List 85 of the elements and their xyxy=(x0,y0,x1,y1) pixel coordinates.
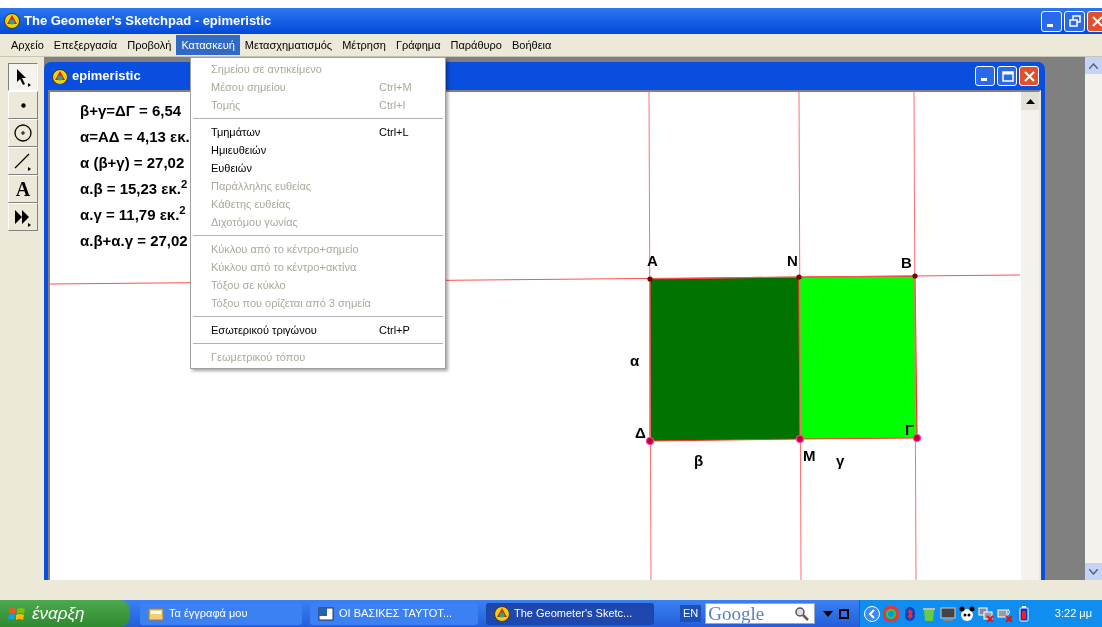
minimize-button[interactable] xyxy=(975,66,995,86)
arrow-tool-button[interactable] xyxy=(8,63,38,91)
menu-item[interactable]: Κατασκευή xyxy=(176,35,240,55)
maximize-button[interactable] xyxy=(997,66,1017,86)
custom-tool-button[interactable] xyxy=(8,203,38,231)
point-label: Β xyxy=(901,255,912,270)
menu-item[interactable]: Προβολή xyxy=(122,35,177,55)
sketchpad-icon xyxy=(52,68,67,84)
collapse-icon xyxy=(864,605,881,622)
menu-item[interactable]: Αρχείο xyxy=(6,35,49,55)
search-field[interactable]: Google xyxy=(705,603,816,624)
recycle-bin-icon xyxy=(921,605,938,622)
segment-label: γ xyxy=(836,453,845,468)
point-label: Μ xyxy=(803,448,816,463)
menu-item[interactable]: Ευθειών xyxy=(191,159,445,177)
sketchpad-icon xyxy=(494,606,509,621)
point[interactable] xyxy=(645,436,655,446)
point[interactable] xyxy=(796,274,802,280)
panda-icon xyxy=(959,605,976,622)
menu-item[interactable]: Μέτρηση xyxy=(337,35,391,55)
measurement[interactable]: α.β = 15,23 εκ.$^{2}$ xyxy=(80,178,190,200)
dropdown-icon xyxy=(823,609,834,618)
point[interactable] xyxy=(912,273,918,279)
construction-line[interactable] xyxy=(913,92,917,580)
minimize-button[interactable] xyxy=(1041,10,1062,32)
monitor-icon xyxy=(940,605,957,622)
scroll-down-icon xyxy=(1089,568,1098,575)
menu-item[interactable]: Μετασχηματισμός xyxy=(239,35,338,55)
menu-item[interactable]: Ημιευθειών xyxy=(191,141,445,159)
menu-item[interactable]: Επεξεργασία xyxy=(48,35,123,55)
close-button[interactable] xyxy=(1019,66,1039,86)
folder-icon xyxy=(148,606,164,621)
minimize-icon xyxy=(981,78,987,81)
taskbar-button[interactable]: The Geometer's Sketc... xyxy=(486,602,654,625)
menu-item[interactable]: Γράφημα xyxy=(390,35,446,55)
scrollbar[interactable] xyxy=(1021,92,1039,580)
scroll-up-icon xyxy=(1025,98,1035,104)
point-label: Δ xyxy=(635,425,646,440)
point-label: Ν xyxy=(787,253,798,268)
restore-icon xyxy=(1068,14,1081,28)
point-label: Γ xyxy=(905,422,915,437)
measurement[interactable]: α=ΑΔ = 4,13 εκ. xyxy=(80,126,190,148)
measurement[interactable]: α.γ = 11,79 εκ.$^{2}$ xyxy=(80,204,190,226)
scroll-up-icon xyxy=(1089,62,1098,69)
windows-logo-icon xyxy=(8,605,26,622)
close-button[interactable] xyxy=(1087,10,1102,32)
segment-label: α xyxy=(630,353,640,368)
swirl-icon xyxy=(883,605,900,622)
document-icon xyxy=(318,606,334,621)
measurement[interactable]: β+γ=ΔΓ = 6,54 xyxy=(80,100,190,122)
menu-item[interactable]: Βοήθεια xyxy=(506,35,557,55)
sketchpad-icon xyxy=(4,13,20,29)
maximize-icon xyxy=(1000,69,1014,83)
network-error-icon xyxy=(978,605,995,622)
minimize-icon xyxy=(1047,23,1053,27)
search-icon xyxy=(794,605,811,622)
point[interactable] xyxy=(647,276,653,282)
point-icon xyxy=(20,102,26,108)
straightedge-tool-button[interactable] xyxy=(8,147,38,175)
measurement[interactable]: α (β+γ) = 27,02 xyxy=(80,152,190,174)
clock: 3:22 μμ xyxy=(1054,606,1092,622)
point[interactable] xyxy=(912,433,922,443)
measurement[interactable]: α.β+α.γ = 27,02 xyxy=(80,230,190,252)
menu-item[interactable]: Εσωτερικού τριγώνου Ctrl+P xyxy=(191,321,445,339)
segment-label: β xyxy=(694,453,704,468)
window-title: The Geometer's Sketchpad - epimeristic xyxy=(24,12,272,31)
window-icon xyxy=(839,608,850,619)
point-tool-button[interactable] xyxy=(8,91,38,119)
compass-tool-button[interactable] xyxy=(8,119,38,147)
menu-item[interactable]: Τμημάτων Ctrl+L xyxy=(191,123,445,141)
document-title: epimeristic xyxy=(72,67,141,86)
construction-line[interactable] xyxy=(798,92,802,580)
compass-icon xyxy=(12,122,34,144)
start-button[interactable]: έναρξη xyxy=(0,600,130,627)
point[interactable] xyxy=(795,434,805,444)
scrollbar[interactable] xyxy=(1085,57,1102,580)
language-indicator[interactable]: EN xyxy=(680,605,702,622)
menu-item[interactable]: Παράθυρο xyxy=(445,35,507,55)
close-icon xyxy=(1091,14,1102,28)
restore-button[interactable] xyxy=(1064,10,1085,32)
taskbar-button[interactable]: Τα έγγραφά μου xyxy=(140,602,302,625)
text-tool-button[interactable]: A xyxy=(8,175,38,203)
point-label: Α xyxy=(647,253,658,268)
close-icon xyxy=(1022,69,1036,83)
taskbar-button[interactable]: ΟΙ ΒΑΣΙΚΕΣ ΤΑΥΤΟΤ... xyxy=(310,602,478,625)
